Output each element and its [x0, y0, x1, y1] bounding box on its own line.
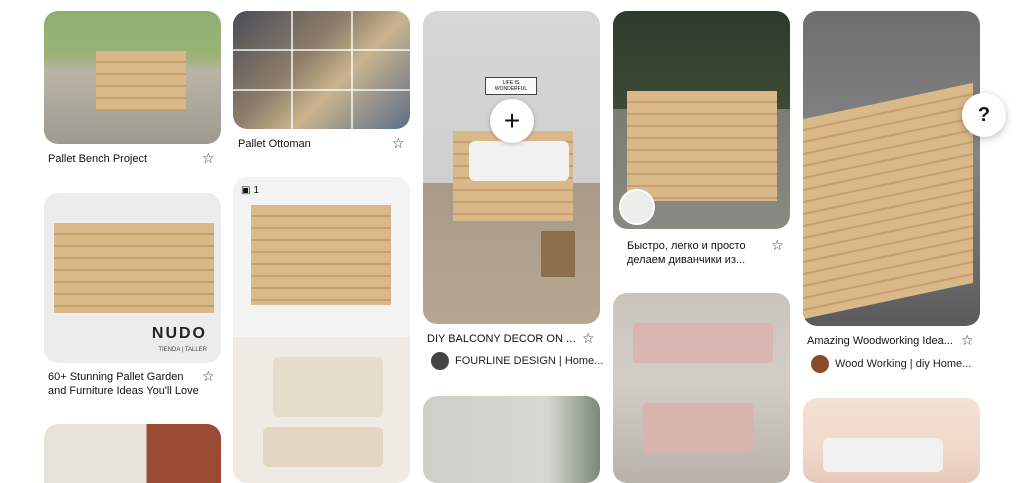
- pin-title[interactable]: Amazing Woodworking Idea...: [807, 334, 957, 348]
- plus-icon[interactable]: +: [490, 99, 534, 143]
- pin-title-line1[interactable]: 60+ Stunning Pallet Garden: [48, 370, 208, 384]
- pin-image[interactable]: [44, 424, 221, 483]
- pallet-chair-shape: [803, 82, 973, 320]
- brand-subtitle: TIENDA | TALLER: [158, 347, 207, 353]
- pin-title[interactable]: Pallet Ottoman: [238, 137, 388, 151]
- pin-title[interactable]: DIY BALCONY DECOR ON A...: [427, 332, 577, 346]
- pin-title-line2[interactable]: and Furniture Ideas You'll Love: [48, 384, 218, 398]
- star-outline-icon[interactable]: ☆: [771, 238, 784, 252]
- pillows-shape: [469, 141, 569, 181]
- wall-sign: LIFE IS WONDERFUL: [485, 77, 537, 95]
- pin-title[interactable]: Pallet Bench Project: [48, 152, 198, 166]
- source-avatar: [811, 355, 829, 373]
- pin-amazing-image[interactable]: [803, 11, 980, 326]
- pin-nudo-image[interactable]: NUDO TIENDA | TALLER: [44, 193, 221, 363]
- author-avatar: [619, 189, 655, 225]
- star-outline-icon[interactable]: ☆: [582, 331, 595, 345]
- pallet-shape: [251, 205, 391, 305]
- pin-source[interactable]: FOURLINE DESIGN | Home...: [431, 352, 603, 370]
- pin-pallet-ottoman-image[interactable]: [233, 11, 410, 129]
- pallet-sofa-shape: [627, 91, 777, 201]
- pin-image[interactable]: [423, 396, 600, 483]
- cushion-shape: [273, 357, 383, 417]
- star-outline-icon[interactable]: ☆: [202, 151, 215, 165]
- pin-source[interactable]: Wood Working | diy Home...: [811, 355, 971, 373]
- pin-multi-image[interactable]: ▣ 1: [233, 177, 410, 483]
- cushion-shape: [633, 323, 773, 363]
- cushion-shape: [263, 427, 383, 467]
- multi-image-badge: ▣ 1: [241, 185, 260, 196]
- crate-shape: [541, 231, 575, 277]
- collage-grid: [233, 11, 410, 129]
- pallet-sofa-shape: [54, 223, 214, 313]
- source-avatar: [431, 352, 449, 370]
- pin-image[interactable]: [803, 398, 980, 483]
- bench-shape: [96, 51, 186, 111]
- cushion-shape: [643, 403, 753, 453]
- pin-divan-image[interactable]: [613, 11, 790, 229]
- multi-image-icon: ▣: [241, 185, 251, 196]
- pin-title-line2[interactable]: делаем диванчики из...: [627, 253, 777, 267]
- star-outline-icon[interactable]: ☆: [202, 369, 215, 383]
- star-outline-icon[interactable]: ☆: [961, 333, 974, 347]
- pin-title-line1[interactable]: Быстро, легко и просто: [627, 239, 777, 253]
- sofa-shape: [823, 438, 943, 472]
- brand-logo: NUDO: [151, 325, 207, 342]
- pin-image[interactable]: [613, 293, 790, 483]
- pin-pallet-bench-image[interactable]: [44, 11, 221, 144]
- star-outline-icon[interactable]: ☆: [392, 136, 405, 150]
- help-icon[interactable]: ?: [962, 93, 1006, 137]
- pin-balcony-image[interactable]: LIFE IS WONDERFUL +: [423, 11, 600, 324]
